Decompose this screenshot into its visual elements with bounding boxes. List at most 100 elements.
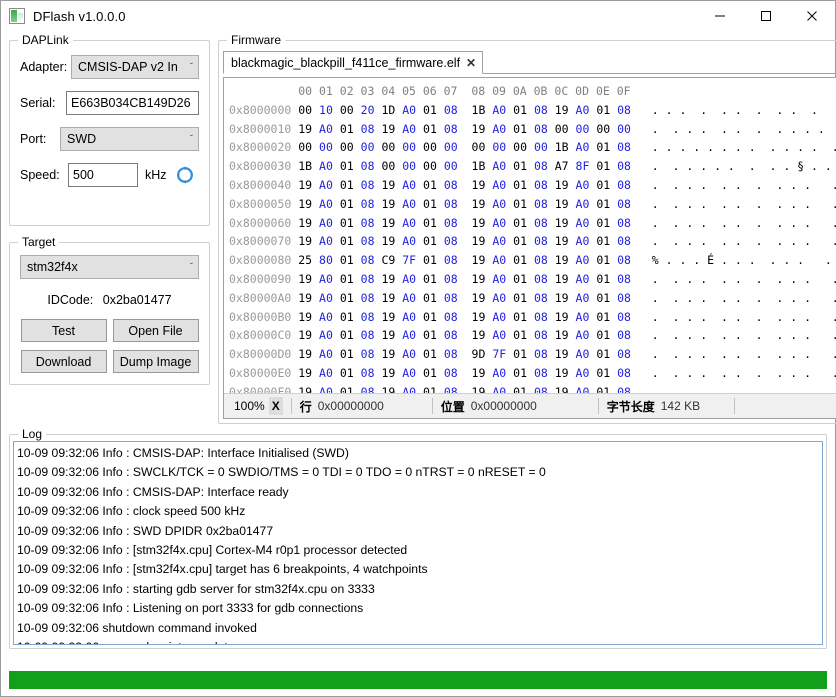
hex-byte[interactable]: 08 [534,122,548,136]
hex-byte[interactable]: 00 [596,122,610,136]
hex-byte[interactable]: A0 [576,291,590,305]
hex-byte[interactable]: 01 [423,122,437,136]
hex-byte[interactable]: A0 [402,234,416,248]
hex-byte[interactable]: A0 [319,310,333,324]
hex-byte[interactable]: 00 [423,140,437,154]
hex-byte[interactable]: A0 [402,385,416,393]
hex-byte[interactable]: 00 [617,122,631,136]
hex-byte[interactable]: 01 [596,385,610,393]
hex-byte[interactable]: 19 [381,216,395,230]
hex-byte[interactable]: 1D [381,103,395,117]
hex-byte[interactable]: 19 [298,328,312,342]
hex-byte[interactable]: A0 [319,347,333,361]
hex-byte[interactable]: 01 [340,310,354,324]
hex-byte[interactable]: A0 [319,291,333,305]
hex-byte[interactable]: A0 [319,328,333,342]
hex-byte[interactable]: 19 [381,347,395,361]
hex-byte[interactable]: 19 [472,328,486,342]
hex-row[interactable]: 0x80000D0 19 A0 01 08 19 A0 01 08 9D 7F … [229,345,836,364]
maximize-button[interactable] [743,1,789,31]
hex-byte[interactable]: 19 [381,385,395,393]
hex-byte[interactable]: 19 [472,122,486,136]
test-button[interactable]: Test [21,319,107,342]
hex-byte[interactable]: 19 [472,197,486,211]
hex-byte[interactable]: 19 [555,216,569,230]
hex-byte[interactable]: 19 [381,310,395,324]
dump-image-button[interactable]: Dump Image [113,350,199,373]
hex-byte[interactable]: 08 [534,159,548,173]
hex-byte[interactable]: A0 [319,366,333,380]
hex-byte[interactable]: 00 [361,140,375,154]
hex-byte[interactable]: 1B [472,103,486,117]
hex-byte[interactable]: 08 [617,103,631,117]
hex-byte[interactable]: 08 [534,178,548,192]
hex-byte[interactable]: A0 [319,216,333,230]
hex-byte[interactable]: 01 [513,178,527,192]
hex-byte[interactable]: A0 [576,216,590,230]
hex-byte[interactable]: A0 [492,253,506,267]
hex-byte[interactable]: A0 [492,328,506,342]
hex-byte[interactable]: 08 [534,197,548,211]
hex-byte[interactable]: 08 [444,253,458,267]
hex-row[interactable]: 0x8000080 25 80 01 08 C9 7F 01 08 19 A0 … [229,251,836,270]
hex-row[interactable]: 0x8000040 19 A0 01 08 19 A0 01 08 19 A0 … [229,176,836,195]
hex-row[interactable]: 0x8000060 19 A0 01 08 19 A0 01 08 19 A0 … [229,214,836,233]
hex-byte[interactable]: 19 [381,328,395,342]
hex-byte[interactable]: 01 [423,366,437,380]
hex-byte[interactable]: 00 [444,159,458,173]
hex-byte[interactable]: 01 [340,385,354,393]
hex-byte[interactable]: A0 [576,253,590,267]
hex-byte[interactable]: 01 [423,234,437,248]
hex-byte[interactable]: 01 [513,366,527,380]
hex-byte[interactable]: 01 [596,140,610,154]
hex-byte[interactable]: 19 [298,272,312,286]
hex-byte[interactable]: 08 [361,159,375,173]
hex-byte[interactable]: 08 [444,385,458,393]
hex-byte[interactable]: 08 [361,122,375,136]
hex-byte[interactable]: A0 [492,366,506,380]
hex-byte[interactable]: 01 [423,178,437,192]
hex-byte[interactable]: 01 [596,197,610,211]
hex-byte[interactable]: 25 [298,253,312,267]
hex-byte[interactable]: 08 [361,291,375,305]
hex-byte[interactable]: 01 [596,272,610,286]
hex-byte[interactable]: 19 [298,366,312,380]
hex-byte[interactable]: 01 [596,366,610,380]
hex-byte[interactable]: 7F [402,253,416,267]
hex-byte[interactable]: 08 [534,216,548,230]
hex-byte[interactable]: 01 [596,328,610,342]
hex-byte[interactable]: 19 [555,291,569,305]
hex-byte[interactable]: 19 [555,197,569,211]
hex-byte[interactable]: 19 [555,366,569,380]
hex-byte[interactable]: 19 [381,197,395,211]
refresh-icon[interactable] [175,165,195,185]
hex-byte[interactable]: 00 [319,140,333,154]
hex-byte[interactable]: 08 [444,366,458,380]
hex-byte[interactable]: 08 [361,253,375,267]
hex-byte[interactable]: 08 [534,366,548,380]
hex-byte[interactable]: A0 [576,234,590,248]
speed-input[interactable] [68,163,138,187]
hex-byte[interactable]: 08 [444,234,458,248]
hex-byte[interactable]: 08 [534,347,548,361]
hex-byte[interactable]: A0 [576,103,590,117]
hex-byte[interactable]: 08 [617,253,631,267]
hex-byte[interactable]: 08 [534,253,548,267]
hex-byte[interactable]: 19 [298,178,312,192]
hex-byte[interactable]: 01 [596,310,610,324]
hex-row[interactable]: 0x8000000 00 10 00 20 1D A0 01 08 1B A0 … [229,101,836,120]
hex-byte[interactable]: A0 [402,178,416,192]
adapter-select[interactable]: CMSIS-DAP v2 In [71,55,199,79]
hex-byte[interactable]: 08 [534,291,548,305]
hex-byte[interactable]: 08 [534,310,548,324]
minimize-button[interactable] [697,1,743,31]
hex-byte[interactable]: 08 [617,310,631,324]
hex-byte[interactable]: 08 [444,291,458,305]
hex-byte[interactable]: 01 [340,122,354,136]
hex-byte[interactable]: 01 [340,178,354,192]
hex-byte[interactable]: 08 [617,197,631,211]
hex-byte[interactable]: 08 [444,272,458,286]
hex-byte[interactable]: 01 [340,216,354,230]
hex-byte[interactable]: 19 [555,385,569,393]
hex-byte[interactable]: 19 [298,347,312,361]
